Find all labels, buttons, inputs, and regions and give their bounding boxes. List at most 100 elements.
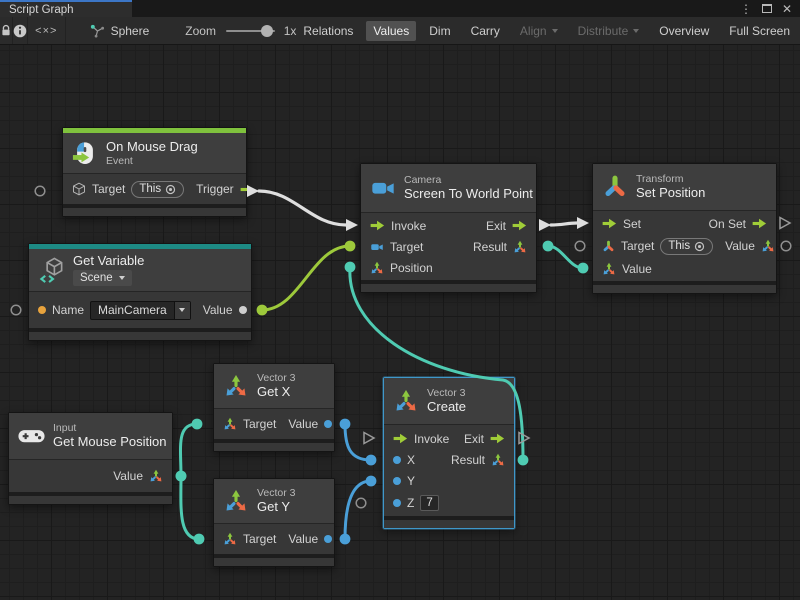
z-value-field[interactable]: 7 [420, 495, 438, 511]
port-label-value: Value [113, 469, 143, 483]
values-button[interactable]: Values [366, 21, 416, 41]
y-input-port[interactable] [393, 477, 401, 485]
unity-variable-icon [38, 257, 65, 284]
port-row: Value [593, 258, 776, 279]
tab-script-graph[interactable]: Script Graph [0, 0, 132, 17]
node-get-mouse-position[interactable]: Input Get Mouse Position Value [8, 412, 173, 505]
node-header[interactable]: On Mouse Drag Event [63, 133, 246, 173]
vector3-port-icon[interactable] [223, 532, 237, 546]
close-icon[interactable]: ✕ [782, 3, 792, 15]
transform-port-icon[interactable] [602, 240, 615, 253]
node-header[interactable]: Input Get Mouse Position [9, 413, 172, 459]
tab-title: Script Graph [9, 4, 74, 16]
node-get-x[interactable]: Vector 3 Get X Target Value [213, 363, 335, 452]
target-picker-icon [165, 184, 176, 195]
node-header[interactable]: Vector 3 Get X [214, 364, 334, 408]
vector3-port-icon[interactable] [602, 262, 616, 276]
node-get-y[interactable]: Vector 3 Get Y Target Value [213, 478, 335, 567]
target-this-pill[interactable]: This [131, 181, 184, 198]
node-header[interactable]: Vector 3 Get Y [214, 479, 334, 523]
dim-button[interactable]: Dim [422, 21, 457, 41]
port-label-x: X [407, 453, 415, 467]
vector3-port-icon[interactable] [491, 453, 505, 467]
tab-bar: Script Graph ⋮ ✕ [0, 0, 800, 17]
variable-name-dropdown[interactable]: MainCamera [90, 301, 191, 320]
script-graph-window: Script Graph ⋮ ✕ <×> Sphere Zoom 1x Rela… [0, 0, 800, 600]
port-label-exit: Exit [486, 219, 506, 233]
node-title: Get Mouse Position [53, 435, 163, 449]
camera-port-icon[interactable] [370, 240, 384, 254]
variable-scope-dropdown[interactable]: Scene [73, 270, 132, 286]
port-row: Name MainCamera Value [29, 294, 251, 326]
vector3-icon [223, 373, 249, 399]
toolbar-buttons: Relations Values Dim Carry Align Distrib… [296, 21, 800, 41]
port-label-value: Value [288, 417, 318, 431]
node-get-variable[interactable]: Get Variable Scene Name MainCamera Value [28, 243, 252, 341]
node-set-position[interactable]: Transform Set Position Set On Set Target… [592, 163, 777, 294]
graph-pointer-icon [90, 24, 105, 38]
node-header[interactable]: Camera Screen To World Point [361, 164, 536, 212]
info-button[interactable] [13, 17, 28, 44]
port-label-on-set: On Set [709, 217, 746, 231]
vector3-port-icon[interactable] [513, 240, 527, 254]
node-on-mouse-drag[interactable]: On Mouse Drag Event Target This Trigger [62, 127, 247, 217]
control-output-port[interactable] [752, 218, 767, 229]
port-label-value: Value [203, 303, 233, 317]
port-label-name: Name [52, 303, 84, 317]
z-input-port[interactable] [393, 499, 401, 507]
lock-button[interactable] [0, 17, 13, 44]
control-output-port[interactable] [512, 220, 527, 231]
dropdown-button[interactable] [174, 302, 190, 319]
value-output-port[interactable] [239, 306, 247, 314]
node-footer [593, 285, 776, 293]
control-output-port[interactable] [490, 433, 505, 444]
port-row: X Result [384, 449, 514, 470]
port-label-value-in: Value [622, 262, 652, 276]
zoom-slider[interactable] [226, 30, 275, 32]
carry-button[interactable]: Carry [464, 21, 507, 41]
zoom-slider-thumb[interactable] [261, 25, 273, 37]
gamepad-icon [18, 427, 45, 445]
node-header[interactable]: Transform Set Position [593, 164, 776, 210]
port-label-target: Target [243, 417, 276, 431]
target-this-pill[interactable]: This [660, 238, 713, 255]
node-footer [63, 208, 246, 216]
node-header[interactable]: Vector 3 Create [384, 378, 514, 424]
port-row: Invoke Exit [384, 428, 514, 449]
control-input-port[interactable] [602, 218, 617, 229]
chevron-down-icon [119, 276, 125, 280]
port-row: Target This Trigger [63, 176, 246, 202]
lock-icon [0, 24, 12, 37]
code-view-button[interactable]: <×> [28, 17, 66, 44]
control-output-port[interactable] [240, 184, 255, 195]
relations-button[interactable]: Relations [296, 21, 360, 41]
x-input-port[interactable] [393, 456, 401, 464]
distribute-dropdown-button[interactable]: Distribute [571, 21, 647, 41]
port-label-result: Result [473, 240, 507, 254]
port-row: Value [9, 462, 172, 490]
port-row: Target This Value [593, 234, 776, 258]
vector3-port-icon[interactable] [761, 239, 775, 253]
node-title: Get X [257, 385, 296, 399]
port-label-z: Z [407, 496, 414, 510]
node-vector3-create[interactable]: Vector 3 Create Invoke Exit X Result [383, 377, 515, 529]
value-output-port[interactable] [324, 535, 332, 543]
value-output-port[interactable] [324, 420, 332, 428]
vector3-port-icon[interactable] [370, 261, 384, 275]
control-input-port[interactable] [393, 433, 408, 444]
align-dropdown-button[interactable]: Align [513, 21, 565, 41]
vector3-port-icon[interactable] [223, 417, 237, 431]
overview-button[interactable]: Overview [652, 21, 716, 41]
maximize-icon[interactable] [762, 4, 772, 13]
port-label-target: Target [621, 239, 654, 253]
node-screen-to-world-point[interactable]: Camera Screen To World Point Invoke Exit… [360, 163, 537, 293]
chevron-down-icon [179, 308, 185, 312]
full-screen-button[interactable]: Full Screen [722, 21, 797, 41]
graph-breadcrumb[interactable]: Sphere [90, 24, 150, 38]
name-input-port[interactable] [38, 306, 46, 314]
vector3-port-icon[interactable] [149, 469, 163, 483]
control-input-port[interactable] [370, 220, 385, 231]
kebab-menu-icon[interactable]: ⋮ [740, 3, 752, 15]
node-header[interactable]: Get Variable Scene [29, 249, 251, 291]
vector3-icon [223, 488, 249, 514]
